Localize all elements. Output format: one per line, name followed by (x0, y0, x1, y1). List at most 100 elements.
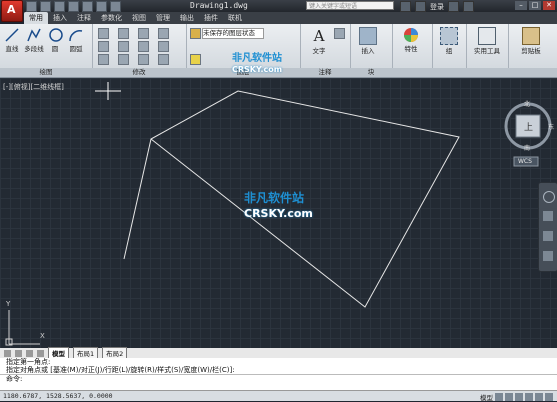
polyline-icon (27, 28, 41, 42)
status-bar: 1180.6787, 1528.5637, 0.0000 模型 (0, 390, 557, 402)
annotation-panel-label[interactable]: 注释 (300, 68, 350, 77)
clipboard-panel-label[interactable] (508, 68, 557, 77)
trim-icon[interactable] (138, 28, 149, 39)
tab-output[interactable]: 输出 (175, 12, 199, 24)
tab-annotate[interactable]: 注释 (72, 12, 96, 24)
save-as-icon[interactable] (68, 1, 79, 12)
viewcube-south[interactable]: 南 (524, 143, 530, 152)
binoculars-icon[interactable] (400, 1, 411, 12)
block-panel: 插入 块 (350, 24, 393, 77)
watermark-top: 非凡软件站 CRSKY.com (232, 53, 283, 74)
tab-plugins[interactable]: 插件 (199, 12, 223, 24)
groups-panel-label[interactable] (432, 68, 466, 77)
next-layout-icon[interactable] (26, 349, 33, 357)
move-icon[interactable] (98, 28, 109, 39)
dimension-icon[interactable] (334, 28, 345, 39)
properties-panel-label[interactable] (392, 68, 432, 77)
model-space-toggle[interactable]: 模型 (480, 392, 493, 402)
redo-icon[interactable] (110, 1, 121, 12)
save-icon[interactable] (54, 1, 65, 12)
tab-online[interactable]: 联机 (223, 12, 247, 24)
viewcube-north[interactable]: 北 (524, 99, 530, 108)
viewcube-east[interactable]: 东 (548, 122, 554, 131)
group-tool[interactable]: 组 (438, 27, 460, 55)
open-icon[interactable] (40, 1, 51, 12)
minimize-button[interactable]: – (515, 1, 527, 10)
erase-icon[interactable] (138, 54, 149, 65)
restore-button[interactable]: □ (529, 1, 541, 10)
login-link[interactable]: 登录 (430, 2, 444, 12)
help-icon[interactable] (463, 1, 474, 12)
offset-icon[interactable] (118, 54, 129, 65)
polyline-tool[interactable]: 多段线 (22, 27, 46, 53)
window-controls: – □ ✕ (515, 1, 555, 10)
modify-panel: 修改 (92, 24, 187, 77)
clipboard-panel: 剪贴板 (508, 24, 557, 77)
command-window: 指定第一角点: 指定对角点或 [基准(M)/对正(J)/行距(L)/旋转(R)/… (0, 358, 557, 390)
layer-properties-icon[interactable] (190, 28, 201, 39)
properties-panel: 特性 (392, 24, 433, 77)
text-tool[interactable]: A 文字 (308, 27, 330, 55)
utilities-panel-label[interactable] (466, 68, 508, 77)
calculator-icon (478, 27, 496, 45)
last-layout-icon[interactable] (37, 349, 44, 357)
coordinate-readout: 1180.6787, 1528.5637, 0.0000 (3, 392, 113, 400)
array-icon[interactable] (158, 41, 169, 52)
layout-tabs: 模型 布局1 布局2 (0, 347, 557, 359)
orbit-icon[interactable] (543, 251, 553, 261)
tab-parametric[interactable]: 参数化 (96, 12, 127, 24)
explode-icon[interactable] (158, 54, 169, 65)
groups-panel: 组 (432, 24, 467, 77)
navigation-bar[interactable] (538, 182, 557, 272)
text-icon: A (313, 27, 325, 45)
line-icon (5, 28, 19, 42)
arc-tool[interactable]: 圆弧 (66, 27, 86, 53)
tab-manage[interactable]: 管理 (151, 12, 175, 24)
wcs-label: WCS (518, 158, 532, 165)
ucs-y-label: Y (6, 300, 11, 308)
fillet-icon[interactable] (158, 28, 169, 39)
draw-panel-label[interactable]: 绘图 (0, 68, 92, 77)
mirror-icon[interactable] (118, 41, 129, 52)
utilities-tool[interactable]: 实用工具 (470, 27, 504, 55)
properties-tool[interactable]: 特性 (400, 27, 422, 53)
tab-home[interactable]: 常用 (24, 12, 48, 24)
insert-block-icon (359, 27, 377, 45)
pan-icon[interactable] (543, 211, 553, 221)
search-input[interactable]: 键入关键字或短语 (306, 1, 394, 10)
zoom-icon[interactable] (543, 231, 553, 241)
status-tray: 模型 (480, 392, 553, 402)
clipboard-tool[interactable]: 剪贴板 (514, 27, 548, 55)
layer-bulb-icon[interactable] (190, 54, 201, 65)
line-tool[interactable]: 直线 (2, 27, 22, 53)
copy-icon[interactable] (98, 41, 109, 52)
viewcube-face-top[interactable]: 上 (524, 120, 533, 133)
prev-layout-icon[interactable] (15, 349, 22, 357)
command-history-line: 指定第一角点: (6, 358, 51, 366)
ucs-x-label: X (40, 332, 45, 340)
autocad-logo-icon: A (7, 3, 16, 16)
first-layout-icon[interactable] (4, 349, 11, 357)
application-menu-button[interactable]: A (1, 0, 23, 22)
steering-wheel-icon[interactable] (543, 191, 555, 203)
quick-access-toolbar (26, 1, 121, 12)
new-icon[interactable] (26, 1, 37, 12)
rotate-icon[interactable] (118, 28, 129, 39)
modify-panel-label[interactable]: 修改 (92, 68, 186, 77)
insert-tool[interactable]: 插入 (356, 27, 380, 55)
block-panel-label[interactable]: 块 (350, 68, 392, 77)
command-input[interactable]: 命令: (0, 374, 557, 383)
circle-tool[interactable]: 圆 (48, 27, 63, 53)
close-button[interactable]: ✕ (543, 1, 555, 10)
command-history-line: 指定对角点或 [基准(M)/对正(J)/行距(L)/旋转(R)/样式(S)/宽度… (6, 366, 235, 374)
undo-icon[interactable] (96, 1, 107, 12)
exchange-icon[interactable] (448, 1, 459, 12)
print-icon[interactable] (82, 1, 93, 12)
ribbon-tabs: 常用 插入 注释 参数化 视图 管理 输出 插件 联机 (24, 12, 557, 24)
viewport-controls[interactable]: [-][俯视][二维线框] (3, 82, 64, 92)
tab-view[interactable]: 视图 (127, 12, 151, 24)
scale-icon[interactable] (98, 54, 109, 65)
tab-insert[interactable]: 插入 (48, 12, 72, 24)
layer-state-dropdown[interactable]: 未保存的图层状态 (202, 28, 264, 39)
stretch-icon[interactable] (138, 41, 149, 52)
